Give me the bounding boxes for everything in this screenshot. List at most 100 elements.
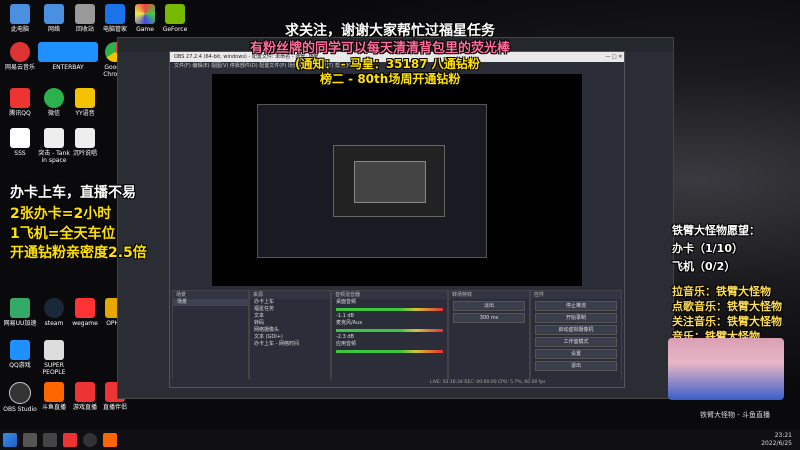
desktop-icon-enterbay[interactable]: ENTERBAY (36, 42, 100, 71)
overlay-music-2: 点歌音乐：铁臂大怪物 (672, 300, 782, 313)
obs-status-bar: LIVE: 02:16:34 REC: 00:00:00 CPU: 5.7%, … (170, 379, 624, 387)
taskbar-app-icon[interactable] (103, 433, 117, 447)
desktop-icon-douyu[interactable]: 斗鱼直播 (37, 382, 71, 411)
overlay-wish-item1: 办卡（1/10） (672, 242, 743, 255)
nested-preview-2 (333, 145, 445, 217)
transitions-title: 转场特效 (449, 291, 529, 299)
obs-window: OBS 27.2.4 (64-bit, windows) - 配置文件: 未命名… (169, 51, 625, 388)
desktop-icon-uu[interactable]: 网易UU加速 (3, 298, 37, 327)
super-people-icon (44, 340, 64, 360)
obs-icon (9, 382, 31, 404)
desktop-icon-recycle-bin[interactable]: 回收站 (68, 4, 102, 33)
shield-icon (105, 4, 125, 24)
taskbar-clock[interactable]: 23:21 2022/6/25 (761, 432, 792, 448)
clock-date: 2022/6/25 (761, 440, 792, 447)
volume-meter (336, 329, 443, 332)
music-icon (10, 42, 30, 62)
file-icon (75, 128, 95, 148)
desktop-icon-netease-music[interactable]: 网易云音乐 (3, 42, 37, 71)
network-icon (44, 4, 64, 24)
mixer-channel-name: 桌面音频 (336, 299, 357, 305)
yy-icon (75, 88, 95, 108)
desktop-icon-qq-game[interactable]: QQ游戏 (3, 340, 37, 369)
task-view-icon[interactable] (43, 433, 57, 447)
overlay-left-line4: 开通钻粉亲密度2.5倍 (10, 245, 147, 261)
obs-preview[interactable] (212, 74, 582, 286)
overlay-music-1: 拉音乐：铁臂大怪物 (672, 285, 771, 298)
source-item[interactable]: 福星任务 (250, 306, 330, 313)
desktop-icon-yy[interactable]: YY语音 (68, 88, 102, 117)
desktop-icon-game[interactable]: Game (128, 4, 162, 33)
source-item[interactable]: 文本 (GDI+) (250, 334, 330, 341)
file-icon (44, 128, 64, 148)
taskbar: 23:21 2022/6/25 (0, 430, 800, 450)
volume-meter (336, 308, 443, 311)
desktop-icon-obs[interactable]: OBS Studio (3, 382, 37, 413)
nested-preview-3 (354, 161, 426, 203)
taskbar-app-icon[interactable] (63, 433, 77, 447)
desktop-icon-rap[interactable]: 沉吟说唱 (68, 128, 102, 157)
studio-mode-button[interactable]: 工作室模式 (535, 337, 617, 347)
start-recording-button[interactable]: 开始录制 (535, 313, 617, 323)
desktop-icon-sss[interactable]: SSS (3, 128, 37, 157)
volume-meter (336, 350, 443, 353)
enterbay-logo-icon (38, 42, 98, 62)
desktop-icon-geforce[interactable]: GeForce (158, 4, 192, 33)
virtual-camera-button[interactable]: 启动虚拟摄像机 (535, 325, 617, 335)
transition-select[interactable]: 淡出 (453, 301, 525, 311)
wegame-icon (75, 298, 95, 318)
source-item[interactable]: 办卡上车 - 网络时间 (250, 341, 330, 348)
source-item[interactable]: 转码 (250, 320, 330, 327)
desktop-icon-tank[interactable]: 突击 - Tank in space (37, 128, 71, 164)
webcam-feed (668, 338, 784, 400)
desktop-icon-pc-manager[interactable]: 电脑管家 (98, 4, 132, 33)
overlay-music-3: 关注音乐：铁臂大怪物 (672, 315, 782, 328)
wechat-icon (44, 88, 64, 108)
controls-dock: 控件 停止推流 开始录制 启动虚拟摄像机 工作室模式 设置 退出 (530, 290, 622, 380)
exit-button[interactable]: 退出 (535, 361, 617, 371)
overlay-wish-item2: 飞机（0/2） (672, 260, 736, 273)
game-icon (135, 4, 155, 24)
desktop-icon-network[interactable]: 网络 (37, 4, 71, 33)
audio-mixer-dock: 音频混音器 桌面音频 -1.1 dB 麦克风/Aux -2.3 dB 应用音频 (331, 290, 448, 380)
source-item[interactable]: 文本 (250, 313, 330, 320)
clock-time: 23:21 (774, 432, 792, 439)
desktop-icon-qq[interactable]: 腾讯QQ (3, 88, 37, 117)
source-item[interactable]: 网络摄像头 (250, 327, 330, 334)
overlay-left-line2: 2张办卡=2小时 (10, 206, 112, 222)
desktop: 此电脑 网络 回收站 电脑管家 Game GeForce 网易云音乐 ENTER… (0, 0, 800, 430)
transitions-dock: 转场特效 淡出 300 ms (448, 290, 530, 380)
settings-button[interactable]: 设置 (535, 349, 617, 359)
mixer-channel-db: -2.3 dB (336, 334, 354, 340)
desktop-icon-this-pc[interactable]: 此电脑 (3, 4, 37, 33)
douyu-icon (44, 382, 64, 402)
live-icon (75, 382, 95, 402)
desktop-icon-super-people[interactable]: SUPER PEOPLE (37, 340, 71, 376)
scenes-dock: 场景 场景 (172, 290, 249, 380)
stream-watermark: 铁臂大怪物 - 斗鱼直播 (700, 411, 770, 419)
windows-start-icon[interactable] (3, 433, 17, 447)
geforce-icon (165, 4, 185, 24)
window-controls[interactable]: — □ ✕ (605, 52, 624, 62)
overlay-top-line4: 榜二 - 80th场周开通钻粉 (320, 72, 461, 86)
qq-icon (10, 88, 30, 108)
desktop-icon-live[interactable]: 游戏直播 (68, 382, 102, 411)
nested-preview (257, 104, 487, 258)
file-icon (10, 128, 30, 148)
sources-dock: 来源 办卡上车 福星任务 文本 转码 网络摄像头 文本 (GDI+) 办卡上车 … (249, 290, 331, 380)
desktop-icon-steam[interactable]: steam (37, 298, 71, 327)
scenes-dock-title: 场景 (173, 291, 248, 299)
computer-icon (10, 4, 30, 24)
uu-accelerator-icon (10, 298, 30, 318)
desktop-icon-wegame[interactable]: wegame (68, 298, 102, 327)
mixer-channel-db: -1.1 dB (336, 313, 354, 319)
scene-item[interactable]: 场景 (173, 299, 248, 306)
search-icon[interactable] (23, 433, 37, 447)
overlay-wish-title: 铁臂大怪物愿望： (672, 224, 760, 237)
obs-taskbar-icon[interactable] (83, 433, 97, 447)
source-item[interactable]: 办卡上车 (250, 299, 330, 306)
desktop-icon-wechat[interactable]: 微信 (37, 88, 71, 117)
audio-mixer-title: 音频混音器 (332, 291, 447, 299)
stop-streaming-button[interactable]: 停止推流 (535, 301, 617, 311)
duration-input[interactable]: 300 ms (453, 313, 525, 323)
